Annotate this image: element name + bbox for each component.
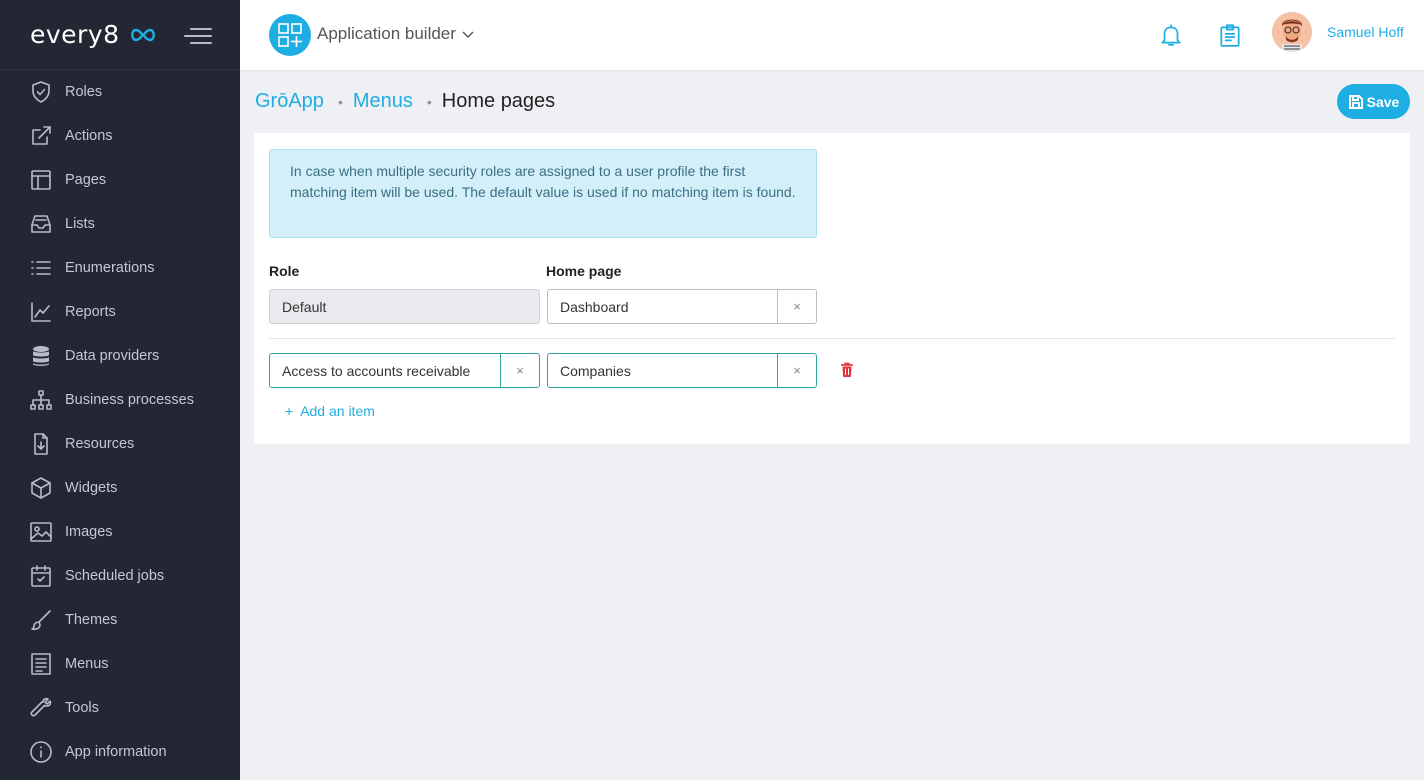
sidebar-item-app-information[interactable]: App information: [0, 730, 240, 774]
sidebar-item-label: Menus: [65, 656, 109, 672]
line-chart-icon: [28, 299, 54, 325]
sidebar-item-images[interactable]: Images: [0, 510, 240, 554]
sidebar-item-label: Widgets: [65, 480, 118, 496]
top-bar: Application builder Samuel Hoff: [240, 0, 1424, 70]
user-name[interactable]: Samuel Hoff: [1327, 24, 1404, 40]
brand-name: every8: [30, 20, 120, 49]
sidebar-item-business-processes[interactable]: Business processes: [0, 378, 240, 422]
bell-icon[interactable]: [1158, 22, 1184, 48]
sidebar-item-label: Images: [65, 524, 113, 540]
file-download-icon: [28, 431, 54, 457]
sidebar-item-label: Pages: [65, 172, 107, 188]
sidebar: every8 Roles Actions Pages Lists Enumera…: [0, 0, 240, 780]
cube-icon: [28, 475, 54, 501]
sidebar-item-label: Roles: [65, 84, 103, 100]
breadcrumb-section[interactable]: Menus: [353, 90, 413, 113]
database-icon: [28, 343, 54, 369]
save-button[interactable]: Save: [1337, 84, 1410, 119]
sidebar-item-label: Enumerations: [65, 260, 155, 276]
info-alert: In case when multiple security roles are…: [269, 149, 817, 238]
clear-icon[interactable]: ×: [777, 354, 816, 387]
calendar-check-icon: [28, 563, 54, 589]
brush-icon: [28, 607, 54, 633]
breadcrumb: GrōApp • Menus • Home pages: [255, 90, 555, 113]
sidebar-item-reports[interactable]: Reports: [0, 290, 240, 334]
app-selector[interactable]: Application builder: [317, 24, 474, 44]
breadcrumb-separator: •: [426, 93, 432, 110]
sidebar-item-roles[interactable]: Roles: [0, 70, 240, 114]
sidebar-item-pages[interactable]: Pages: [0, 158, 240, 202]
sidebar-item-label: Business processes: [65, 392, 194, 408]
sidebar-item-label: Data providers: [65, 348, 160, 364]
home-page-select-value: Companies: [560, 362, 631, 379]
home-page-select[interactable]: Companies ×: [547, 353, 817, 388]
sidebar-item-label: App information: [65, 744, 167, 760]
shield-icon: [28, 79, 54, 105]
layout-icon: [28, 167, 54, 193]
sidebar-toggle-icon[interactable]: [182, 24, 212, 48]
divider: [269, 338, 1395, 339]
role-column-label: Role: [269, 263, 300, 279]
home-pages-panel: In case when multiple security roles are…: [254, 133, 1410, 444]
breadcrumb-separator: •: [337, 93, 343, 110]
add-item-label: Add an item: [300, 403, 375, 419]
hierarchy-icon: [28, 387, 54, 413]
info-icon: [28, 739, 54, 765]
menu-document-icon: [28, 651, 54, 677]
sidebar-item-themes[interactable]: Themes: [0, 598, 240, 642]
breadcrumb-app[interactable]: GrōApp: [255, 90, 324, 113]
infinity-logo-icon: [128, 27, 158, 43]
trash-icon[interactable]: [840, 362, 854, 378]
sidebar-item-label: Lists: [65, 216, 95, 232]
page-title: Home pages: [441, 90, 556, 112]
sidebar-item-lists[interactable]: Lists: [0, 202, 240, 246]
save-button-label: Save: [1366, 93, 1400, 110]
sidebar-item-label: Scheduled jobs: [65, 568, 165, 584]
save-icon: [1348, 94, 1363, 109]
sidebar-item-tools[interactable]: Tools: [0, 686, 240, 730]
sidebar-item-enumerations[interactable]: Enumerations: [0, 246, 240, 290]
sidebar-nav: Roles Actions Pages Lists Enumerations R…: [0, 70, 240, 774]
role-select-value: Access to accounts receivable: [282, 362, 471, 379]
sidebar-item-label: Actions: [65, 128, 113, 144]
sidebar-item-actions[interactable]: Actions: [0, 114, 240, 158]
default-home-page-value: Dashboard: [560, 298, 629, 315]
default-role-field: Default: [269, 289, 540, 324]
chevron-down-icon: [462, 24, 474, 44]
plus-icon: +: [285, 403, 294, 419]
default-role-value: Default: [282, 298, 327, 315]
app-title: Application builder: [317, 24, 456, 43]
external-link-icon: [28, 123, 54, 149]
info-alert-text: In case when multiple security roles are…: [290, 163, 796, 200]
default-home-page-select[interactable]: Dashboard ×: [547, 289, 817, 324]
add-item-link[interactable]: + Add an item: [285, 403, 375, 419]
sidebar-item-label: Resources: [65, 436, 135, 452]
clipboard-icon[interactable]: [1217, 22, 1243, 48]
avatar[interactable]: [1272, 12, 1312, 52]
clear-icon[interactable]: ×: [777, 290, 816, 323]
home-page-column-label: Home page: [546, 263, 622, 279]
image-icon: [28, 519, 54, 545]
role-select[interactable]: Access to accounts receivable ×: [269, 353, 540, 388]
inbox-stack-icon: [28, 211, 54, 237]
sidebar-item-label: Tools: [65, 700, 99, 716]
sidebar-item-widgets[interactable]: Widgets: [0, 466, 240, 510]
list-icon: [28, 255, 54, 281]
sidebar-item-scheduled-jobs[interactable]: Scheduled jobs: [0, 554, 240, 598]
sidebar-item-data-providers[interactable]: Data providers: [0, 334, 240, 378]
sidebar-item-menus[interactable]: Menus: [0, 642, 240, 686]
clear-icon[interactable]: ×: [500, 354, 539, 387]
wrench-icon: [28, 695, 54, 721]
sidebar-item-label: Reports: [65, 304, 116, 320]
sidebar-item-resources[interactable]: Resources: [0, 422, 240, 466]
app-builder-icon[interactable]: [269, 14, 311, 56]
sidebar-item-label: Themes: [65, 612, 118, 628]
